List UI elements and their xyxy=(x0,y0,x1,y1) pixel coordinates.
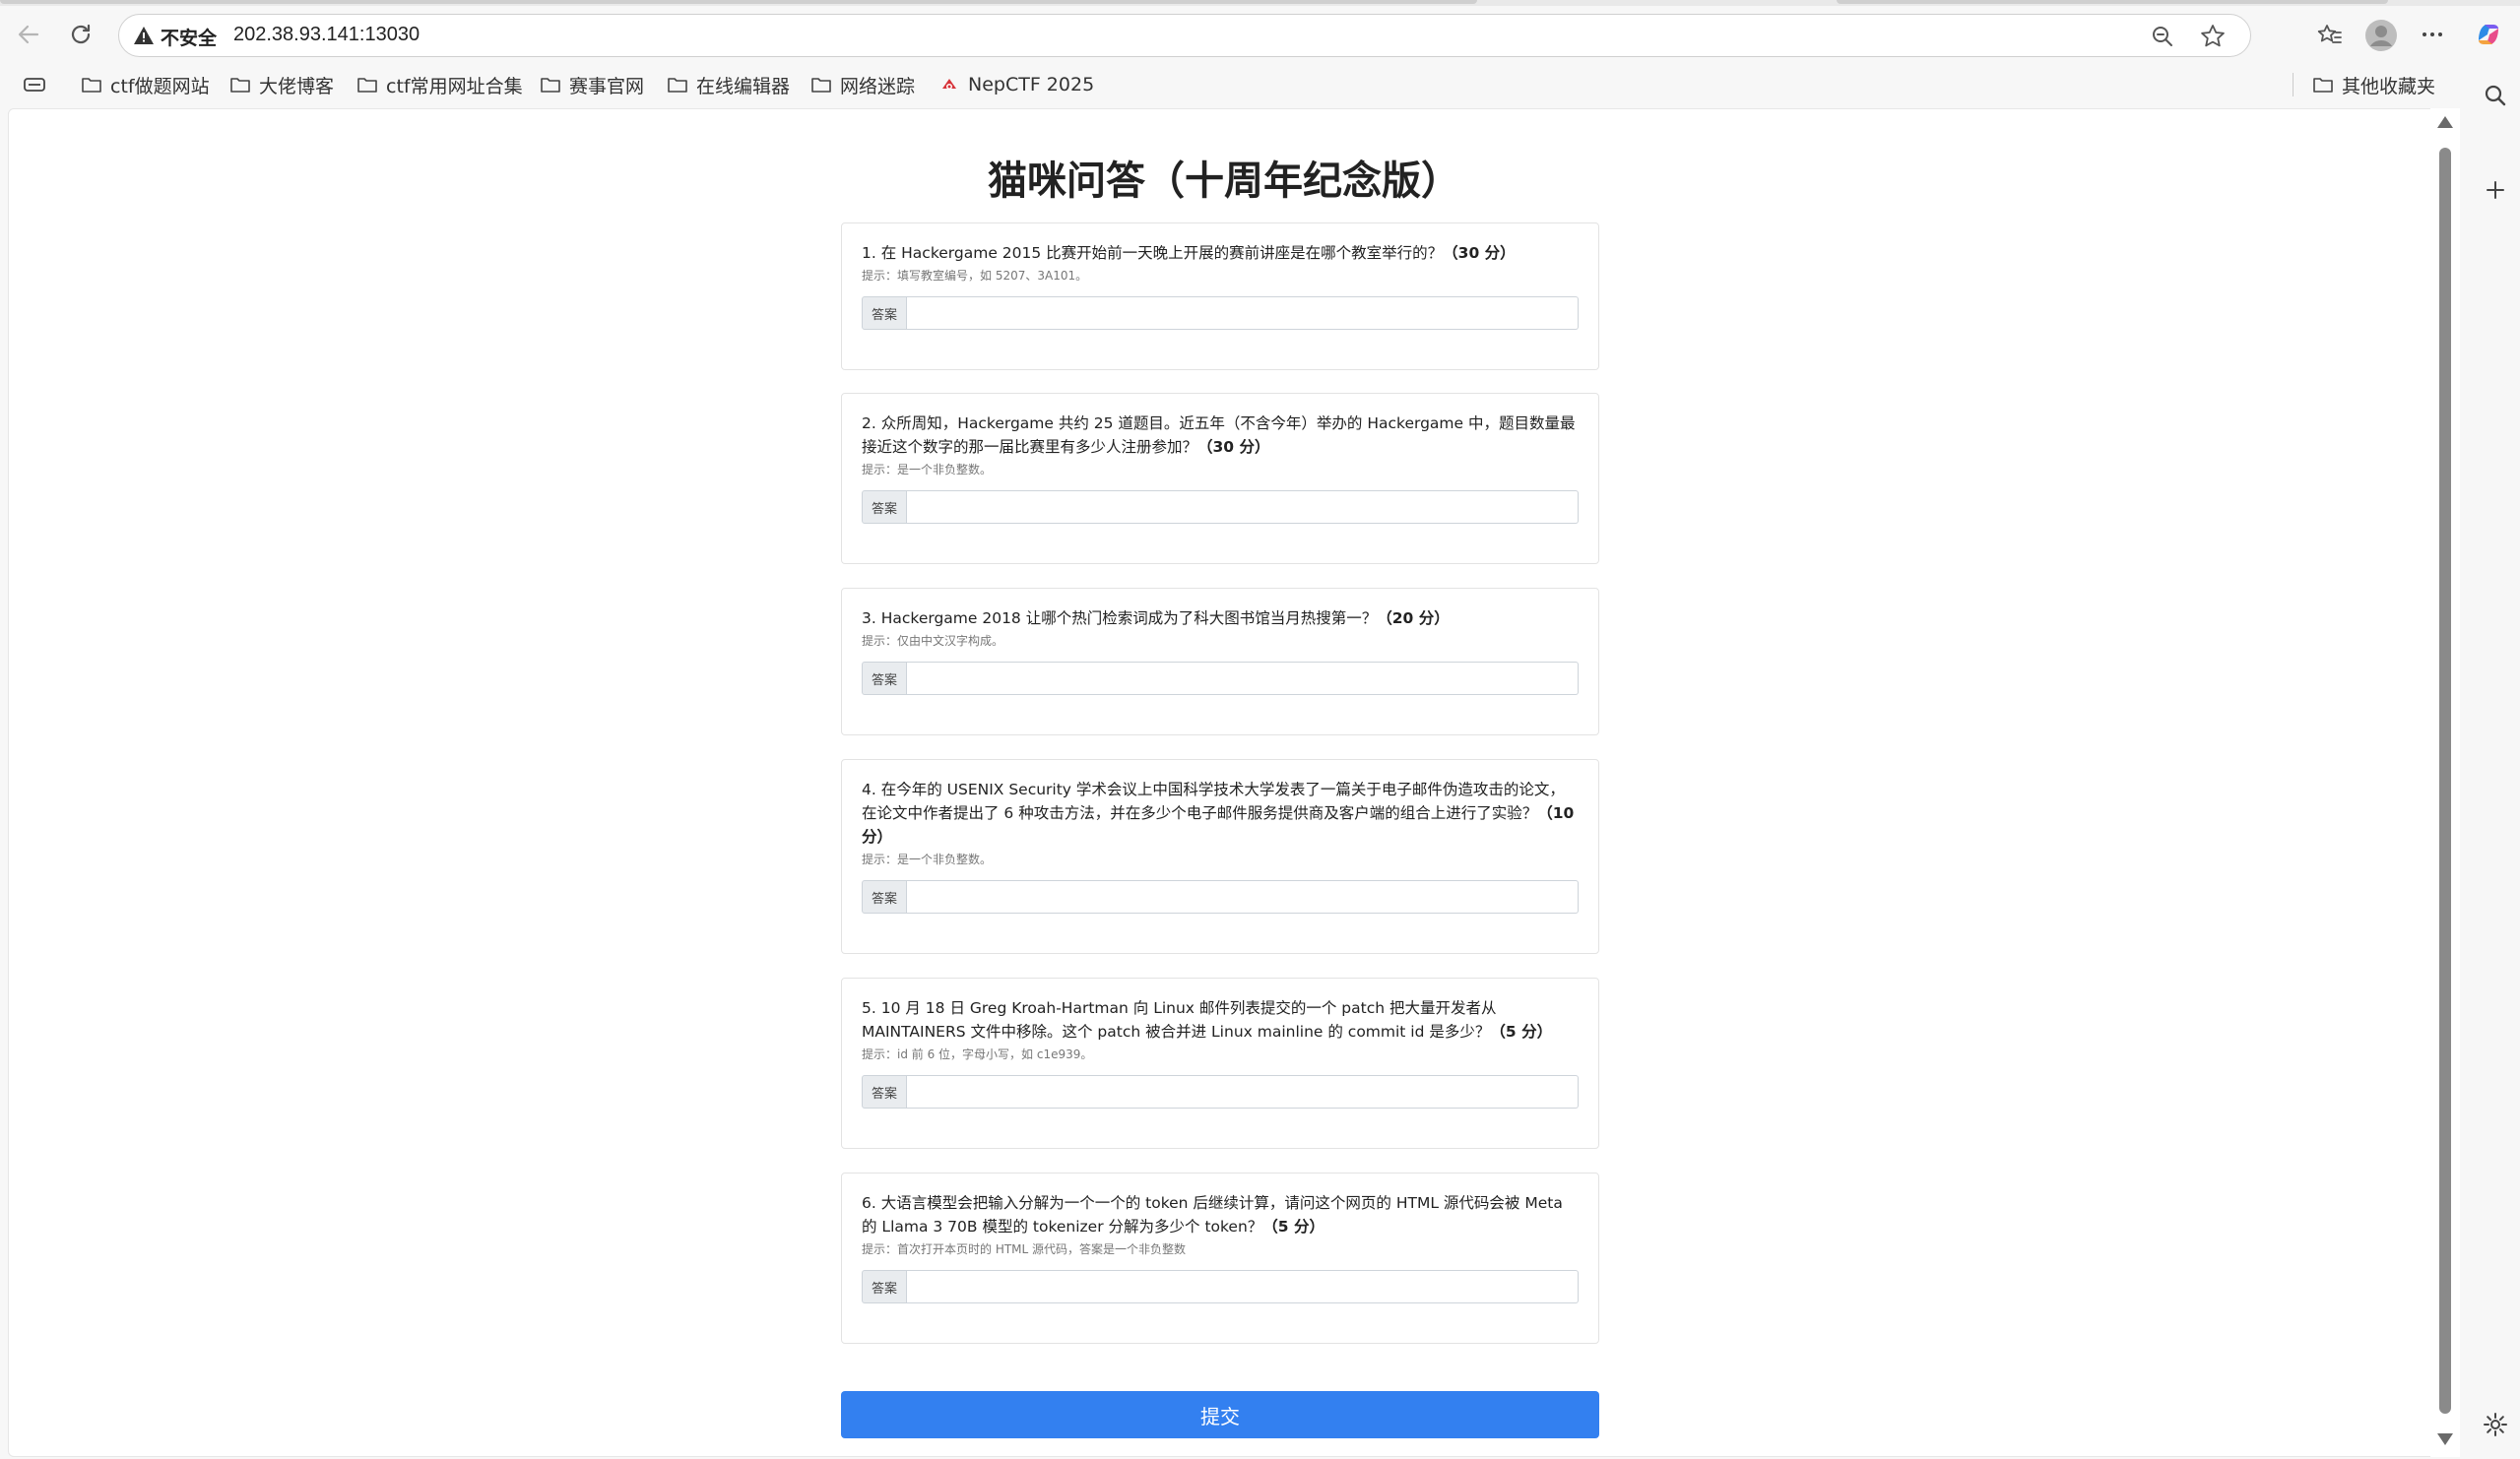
bookmark-label: 在线编辑器 xyxy=(696,75,791,97)
bookmark-folder[interactable]: 网络迷踪 xyxy=(810,71,915,98)
page-viewport: 猫咪问答（十周年纪念版） 1. 在 Hackergame 2015 比赛开始前一… xyxy=(8,108,2438,1457)
bookmarks-bar: ctf做题网站 大佬博客 ctf常用网址合集 赛事官网 在线编辑器 网络迷踪 N… xyxy=(0,63,2520,104)
question-card: 1. 在 Hackergame 2015 比赛开始前一天晚上开展的赛前讲座是在哪… xyxy=(841,222,1599,370)
answer-label: 答案 xyxy=(862,490,907,524)
search-icon[interactable] xyxy=(2481,81,2510,110)
bookmark-folder[interactable]: 大佬博客 xyxy=(229,71,334,98)
answer-group: 答案 xyxy=(862,296,1579,330)
address-bar[interactable]: 不安全 202.38.93.141:13030 xyxy=(118,14,2251,57)
other-bookmarks-label: 其他收藏夹 xyxy=(2342,75,2436,97)
answer-label: 答案 xyxy=(862,296,907,330)
answer-group: 答案 xyxy=(862,1270,1579,1303)
question-text: 2. 众所周知，Hackergame 共约 25 道题目。近五年（不含今年）举办… xyxy=(862,414,1576,456)
answer-group: 答案 xyxy=(862,1075,1579,1109)
question-text: 3. Hackergame 2018 让哪个热门检索词成为了科大图书馆当月热搜第… xyxy=(862,609,1450,627)
answer-group: 答案 xyxy=(862,490,1579,524)
answer-group: 答案 xyxy=(862,880,1579,914)
browser-toolbar: 不安全 202.38.93.141:13030 xyxy=(0,6,2520,63)
answer-input-3[interactable] xyxy=(907,662,1579,695)
question-card: 4. 在今年的 USENIX Security 学术会议上中国科学技术大学发表了… xyxy=(841,759,1599,954)
bookmark-link[interactable]: NepCTF 2025 xyxy=(938,71,1094,98)
scroll-up-arrow-icon[interactable] xyxy=(2437,116,2453,128)
url-text[interactable]: 202.38.93.141:13030 xyxy=(233,24,420,46)
edge-sidebar xyxy=(2471,63,2520,1459)
submit-button[interactable]: 提交 xyxy=(841,1391,1599,1438)
question-points: （30 分） xyxy=(1443,244,1516,262)
answer-input-2[interactable] xyxy=(907,490,1579,524)
answer-label: 答案 xyxy=(862,1075,907,1109)
bookmark-folder[interactable]: 赛事官网 xyxy=(540,71,644,98)
folder-icon xyxy=(811,78,831,93)
question-points: （20 分） xyxy=(1377,609,1450,627)
back-arrow-icon[interactable] xyxy=(14,20,43,49)
folder-icon xyxy=(668,78,687,93)
answer-input-1[interactable] xyxy=(907,296,1579,330)
answer-input-6[interactable] xyxy=(907,1270,1579,1303)
question-hint: 提示：填写教室编号，如 5207、3A101。 xyxy=(862,269,1088,283)
profile-avatar-icon[interactable] xyxy=(2363,18,2399,53)
nepctf-favicon-icon xyxy=(942,79,956,90)
favorite-star-icon[interactable] xyxy=(2199,23,2227,50)
folder-icon xyxy=(541,78,560,93)
answer-label: 答案 xyxy=(862,1270,907,1303)
folder-icon xyxy=(357,78,377,93)
question-points: （5 分） xyxy=(1490,1023,1553,1041)
bookmark-label: ctf常用网址合集 xyxy=(386,75,523,97)
vertical-scrollbar[interactable] xyxy=(2430,108,2460,1457)
question-hint: 提示：id 前 6 位，字母小写，如 c1e939。 xyxy=(862,1047,1093,1061)
inactive-tab-indicator xyxy=(1837,0,2388,4)
more-options-icon[interactable] xyxy=(2418,20,2447,49)
question-card: 6. 大语言模型会把输入分解为一个一个的 token 后继续计算，请问这个网页的… xyxy=(841,1173,1599,1344)
reload-icon[interactable] xyxy=(66,20,96,49)
active-tab-indicator xyxy=(0,0,1477,4)
favorites-icon[interactable] xyxy=(2314,20,2346,51)
settings-gear-icon[interactable] xyxy=(2481,1410,2510,1439)
not-secure-label[interactable]: 不安全 xyxy=(161,24,217,50)
question-text: 4. 在今年的 USENIX Security 学术会议上中国科学技术大学发表了… xyxy=(862,781,1575,846)
add-icon[interactable] xyxy=(2481,175,2510,205)
question-hint: 提示：是一个非负整数。 xyxy=(862,853,993,866)
bookmarks-divider xyxy=(2293,73,2294,96)
answer-label: 答案 xyxy=(862,880,907,914)
question-card: 3. Hackergame 2018 让哪个热门检索词成为了科大图书馆当月热搜第… xyxy=(841,588,1599,735)
question-hint: 提示：仅由中文汉字构成。 xyxy=(862,634,1004,648)
warning-icon[interactable] xyxy=(133,25,155,46)
zoom-out-icon[interactable] xyxy=(2150,24,2175,49)
answer-label: 答案 xyxy=(862,662,907,695)
question-hint: 提示：首次打开本页时的 HTML 源代码，答案是一个非负整数 xyxy=(862,1242,1187,1256)
answer-input-4[interactable] xyxy=(907,880,1579,914)
bookmark-label: 网络迷踪 xyxy=(840,75,916,97)
question-points: （30 分） xyxy=(1197,438,1270,456)
answer-group: 答案 xyxy=(862,662,1579,695)
scrollbar-thumb[interactable] xyxy=(2439,148,2451,1414)
question-text: 1. 在 Hackergame 2015 比赛开始前一天晚上开展的赛前讲座是在哪… xyxy=(862,244,1516,262)
tab-actions-icon[interactable] xyxy=(22,73,47,96)
answer-input-5[interactable] xyxy=(907,1075,1579,1109)
bookmark-folder[interactable]: 在线编辑器 xyxy=(667,71,790,98)
question-points: （5 分） xyxy=(1262,1218,1325,1236)
bookmark-label: ctf做题网站 xyxy=(110,75,210,97)
bookmark-folder[interactable]: ctf常用网址合集 xyxy=(356,71,523,98)
question-text: 5. 10 月 18 日 Greg Kroah-Hartman 向 Linux … xyxy=(862,999,1553,1041)
question-text: 6. 大语言模型会把输入分解为一个一个的 token 后继续计算，请问这个网页的… xyxy=(862,1194,1563,1236)
folder-icon xyxy=(82,78,101,93)
bookmark-folder[interactable]: ctf做题网站 xyxy=(81,71,210,98)
folder-icon xyxy=(230,78,250,93)
bookmark-label: 大佬博客 xyxy=(259,75,335,97)
bookmark-label: NepCTF 2025 xyxy=(968,74,1095,95)
copilot-icon[interactable] xyxy=(2472,18,2505,51)
scroll-down-arrow-icon[interactable] xyxy=(2437,1433,2453,1445)
question-card: 5. 10 月 18 日 Greg Kroah-Hartman 向 Linux … xyxy=(841,978,1599,1149)
bookmark-label: 赛事官网 xyxy=(569,75,645,97)
other-bookmarks-folder[interactable]: 其他收藏夹 xyxy=(2312,71,2435,98)
folder-icon xyxy=(2313,78,2333,93)
question-hint: 提示：是一个非负整数。 xyxy=(862,463,993,476)
question-card: 2. 众所周知，Hackergame 共约 25 道题目。近五年（不含今年）举办… xyxy=(841,393,1599,564)
page-title: 猫咪问答（十周年纪念版） xyxy=(988,159,1460,204)
